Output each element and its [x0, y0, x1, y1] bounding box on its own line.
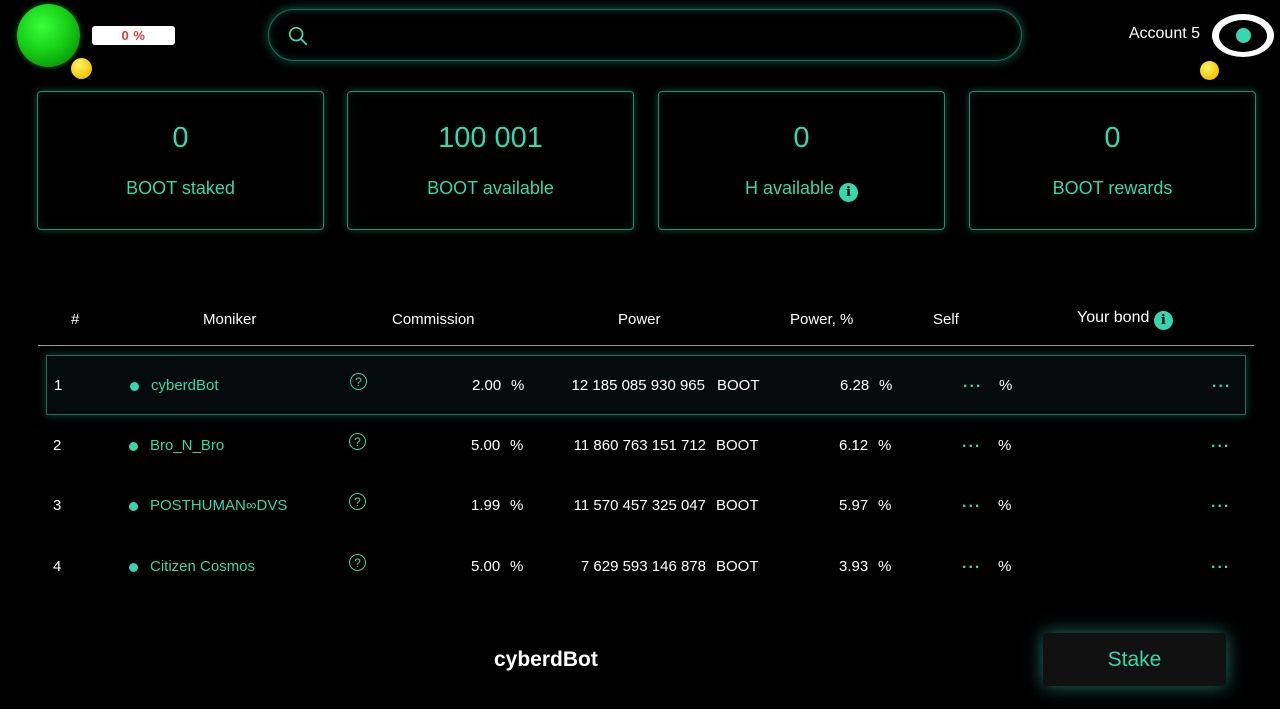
coin-icon — [1200, 61, 1219, 80]
row-moniker[interactable]: cyberdBot — [151, 377, 219, 394]
stat-label: BOOT rewards — [1052, 178, 1173, 198]
search-bar[interactable] — [268, 9, 1022, 61]
stat-label-row: H available i — [659, 178, 944, 202]
row-commission-unit: % — [511, 377, 525, 394]
stat-card-boot-rewards: 0 BOOT rewards — [969, 91, 1256, 230]
row-power-pct: 3.93 — [839, 558, 869, 575]
staking-page: 0 % Account 5 0 BOOT staked 100 001 BOOT… — [0, 0, 1280, 709]
row-power-unit: BOOT — [716, 558, 759, 575]
stat-value: 0 — [793, 122, 810, 154]
header-power[interactable]: Power — [618, 311, 661, 328]
row-self-unit: % — [998, 558, 1012, 575]
account-name[interactable]: Account 5 — [1110, 25, 1200, 43]
selected-validator-name: cyberdBot — [494, 648, 598, 671]
row-commission-unit: % — [510, 497, 524, 514]
table-row[interactable]: 1 cyberdBot ? 2.00 % 12 185 085 930 965 … — [46, 355, 1246, 415]
row-self-unit: % — [998, 437, 1012, 454]
row-commission: 5.00 — [471, 558, 501, 575]
header-commission[interactable]: Commission — [392, 311, 475, 328]
stat-value: 0 — [1104, 122, 1121, 154]
row-num: 2 — [53, 437, 62, 454]
row-power-pct: 6.12 — [839, 437, 869, 454]
status-dot — [129, 442, 138, 451]
row-power-unit: BOOT — [716, 437, 759, 454]
row-power-unit: BOOT — [717, 377, 760, 394]
row-power: 7 629 593 146 878 — [580, 558, 706, 575]
header-your-bond[interactable]: Your bond i — [1077, 309, 1173, 330]
row-commission-unit: % — [510, 437, 524, 454]
row-self-unit: % — [999, 377, 1013, 394]
row-bond: ... — [1212, 374, 1232, 391]
percent-badge: 0 % — [92, 26, 175, 45]
coin-icon — [71, 58, 92, 79]
row-power-pct-unit: % — [879, 377, 893, 394]
stat-value: 100 001 — [438, 122, 543, 154]
row-bond: ... — [1211, 494, 1231, 511]
row-bond: ... — [1211, 555, 1231, 572]
row-power-pct-unit: % — [878, 437, 892, 454]
row-commission: 1.99 — [471, 497, 501, 514]
row-moniker[interactable]: Bro_N_Bro — [150, 437, 224, 454]
status-dot — [129, 502, 138, 511]
row-self-unit: % — [998, 497, 1012, 514]
header-your-bond-label: Your bond — [1077, 309, 1150, 326]
row-power-unit: BOOT — [716, 497, 759, 514]
row-power-pct-unit: % — [878, 558, 892, 575]
stat-value: 0 — [172, 122, 189, 154]
info-icon[interactable]: i — [839, 183, 859, 202]
info-icon[interactable]: i — [1153, 311, 1173, 330]
stat-card-boot-available: 100 001 BOOT available — [347, 91, 634, 230]
row-power: 12 185 085 930 965 — [571, 377, 705, 394]
row-power-pct-unit: % — [878, 497, 892, 514]
row-moniker[interactable]: POSTHUMAN∞DVS — [150, 497, 287, 514]
table-row[interactable]: 3 POSTHUMAN∞DVS ? 1.99 % 11 570 457 325 … — [46, 476, 1246, 536]
table-header: # Moniker Commission Power Power, % Self… — [38, 305, 1254, 346]
status-dot — [130, 382, 139, 391]
row-self: ... — [962, 434, 982, 451]
row-commission: 5.00 — [471, 437, 501, 454]
header-moniker[interactable]: Moniker — [203, 311, 256, 328]
help-icon[interactable]: ? — [349, 554, 366, 571]
header-self[interactable]: Self — [933, 311, 959, 328]
table-row[interactable]: 4 Citizen Cosmos ? 5.00 % 7 629 593 146 … — [46, 537, 1246, 597]
search-icon — [288, 26, 308, 46]
row-moniker[interactable]: Citizen Cosmos — [150, 558, 255, 575]
row-power: 11 860 763 151 712 — [573, 437, 706, 454]
search-input[interactable] — [321, 18, 1005, 54]
header-num: # — [71, 311, 80, 328]
stat-label: BOOT staked — [126, 178, 235, 198]
row-power-pct: 6.28 — [840, 377, 870, 394]
row-bond: ... — [1211, 434, 1231, 451]
stat-card-boot-staked: 0 BOOT staked — [37, 91, 324, 230]
stat-label: BOOT available — [427, 178, 554, 198]
row-commission: 2.00 — [472, 377, 502, 394]
stat-card-h-available: 0 H available i — [658, 91, 945, 230]
stake-button[interactable]: Stake — [1043, 633, 1226, 686]
header-power-pct[interactable]: Power, % — [790, 311, 853, 328]
row-num: 4 — [53, 558, 62, 575]
help-icon[interactable]: ? — [350, 373, 367, 390]
stat-label: H available — [744, 178, 835, 198]
row-num: 3 — [53, 497, 62, 514]
status-orb-icon[interactable] — [17, 4, 80, 67]
row-num: 1 — [54, 377, 63, 394]
table-row[interactable]: 2 Bro_N_Bro ? 5.00 % 11 860 763 151 712 … — [46, 416, 1246, 476]
help-icon[interactable]: ? — [349, 433, 366, 450]
help-icon[interactable]: ? — [349, 493, 366, 510]
status-dot — [129, 563, 138, 572]
avatar[interactable] — [1212, 14, 1274, 57]
row-self: ... — [962, 494, 982, 511]
eye-icon — [1219, 19, 1267, 52]
row-self: ... — [963, 374, 983, 391]
row-power: 11 570 457 325 047 — [573, 497, 706, 514]
row-self: ... — [962, 555, 982, 572]
row-power-pct: 5.97 — [839, 497, 869, 514]
row-commission-unit: % — [510, 558, 524, 575]
